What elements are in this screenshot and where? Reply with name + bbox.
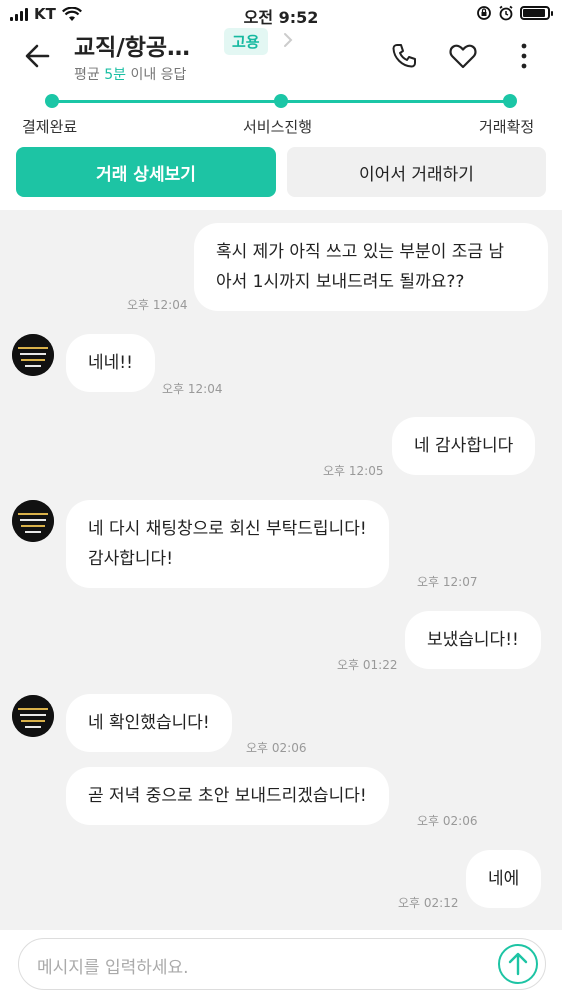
progress-label-paid: 결제완료 (22, 118, 78, 136)
transaction-progress: 결제완료 서비스진행 거래확정 (0, 92, 562, 142)
response-suffix: 이내 응답 (126, 67, 187, 83)
avatar[interactable] (12, 695, 54, 737)
status-bar: KT 오전 9:52 (0, 0, 562, 28)
message-input-placeholder: 메시지를 입력하세요. (37, 958, 189, 978)
message-time: 오후 02:06 (417, 814, 478, 828)
message-text: 감사합니다! (88, 549, 174, 569)
employment-badge: 고용 (224, 28, 268, 55)
message-text: 네네!! (88, 353, 133, 373)
battery-icon (520, 6, 553, 20)
send-arrow-icon[interactable] (497, 943, 539, 985)
message-time: 오후 12:04 (162, 382, 223, 396)
message-text: 곧 저녁 중으로 초안 보내드리겠습니다! (88, 786, 367, 806)
response-time: 평균 5분 이내 응답 (74, 64, 186, 84)
progress-dot-service (274, 94, 288, 108)
alarm-icon (499, 5, 513, 21)
message-text: 네에 (488, 869, 520, 889)
progress-dot-confirm (503, 94, 517, 108)
transaction-detail-button[interactable]: 거래 상세보기 (16, 147, 276, 197)
message-time: 오후 02:06 (246, 741, 307, 755)
avatar[interactable] (12, 334, 54, 376)
message-time: 오후 12:04 (127, 298, 188, 312)
message-bubble-received: 네 확인했습니다! (66, 694, 232, 752)
response-prefix: 평균 (74, 67, 105, 83)
message-text: 아서 1시까지 보내드려도 될까요?? (216, 272, 465, 292)
more-vertical-icon[interactable] (508, 40, 540, 72)
status-right (476, 5, 553, 21)
page-title: 교직/항공… (74, 35, 191, 61)
rotation-lock-icon (477, 6, 491, 20)
message-text: 보냈습니다!! (427, 630, 519, 650)
message-text: 네 다시 채팅창으로 회신 부탁드립니다! (88, 519, 367, 539)
title-area[interactable]: 교직/항공… 고용 (74, 28, 293, 62)
message-input[interactable]: 메시지를 입력하세요. (18, 938, 546, 990)
message-bubble-received: 네 다시 채팅창으로 회신 부탁드립니다! 감사합니다! (66, 500, 389, 588)
continue-transaction-button[interactable]: 이어서 거래하기 (287, 147, 546, 197)
response-highlight: 5분 (104, 67, 127, 83)
progress-label-confirm: 거래확정 (479, 118, 535, 136)
progress-dot-paid (45, 94, 59, 108)
message-bubble-sent: 보냈습니다!! (405, 611, 541, 669)
phone-icon[interactable] (388, 40, 420, 72)
back-arrow-icon[interactable] (20, 38, 56, 74)
message-input-bar: 메시지를 입력하세요. (0, 930, 562, 1000)
message-bubble-received: 네네!! (66, 334, 155, 392)
avatar-image (12, 334, 54, 376)
avatar[interactable] (12, 500, 54, 542)
message-bubble-sent: 네에 (466, 850, 542, 908)
message-time: 오후 12:05 (323, 464, 384, 478)
message-time: 오후 12:07 (417, 575, 478, 589)
progress-label-service: 서비스진행 (243, 118, 313, 136)
heart-icon[interactable] (447, 40, 479, 72)
message-text: 네 감사합니다 (414, 436, 514, 456)
avatar-image (12, 500, 54, 542)
avatar-image (12, 695, 54, 737)
message-time: 오후 02:12 (398, 896, 459, 910)
message-text: 혹시 제가 아직 쓰고 있는 부분이 조금 남 (216, 242, 505, 262)
message-time: 오후 01:22 (337, 658, 398, 672)
message-bubble-received: 곧 저녁 중으로 초안 보내드리겠습니다! (66, 767, 389, 825)
chevron-right-icon (284, 33, 293, 47)
message-bubble-sent: 혹시 제가 아직 쓰고 있는 부분이 조금 남 아서 1시까지 보내드려도 될까… (194, 223, 548, 311)
message-text: 네 확인했습니다! (88, 713, 210, 733)
chat-area[interactable]: 혹시 제가 아직 쓰고 있는 부분이 조금 남 아서 1시까지 보내드려도 될까… (0, 210, 562, 930)
message-bubble-sent: 네 감사합니다 (392, 417, 536, 475)
chat-header: 교직/항공… 고용 평균 5분 이내 응답 (0, 28, 562, 90)
